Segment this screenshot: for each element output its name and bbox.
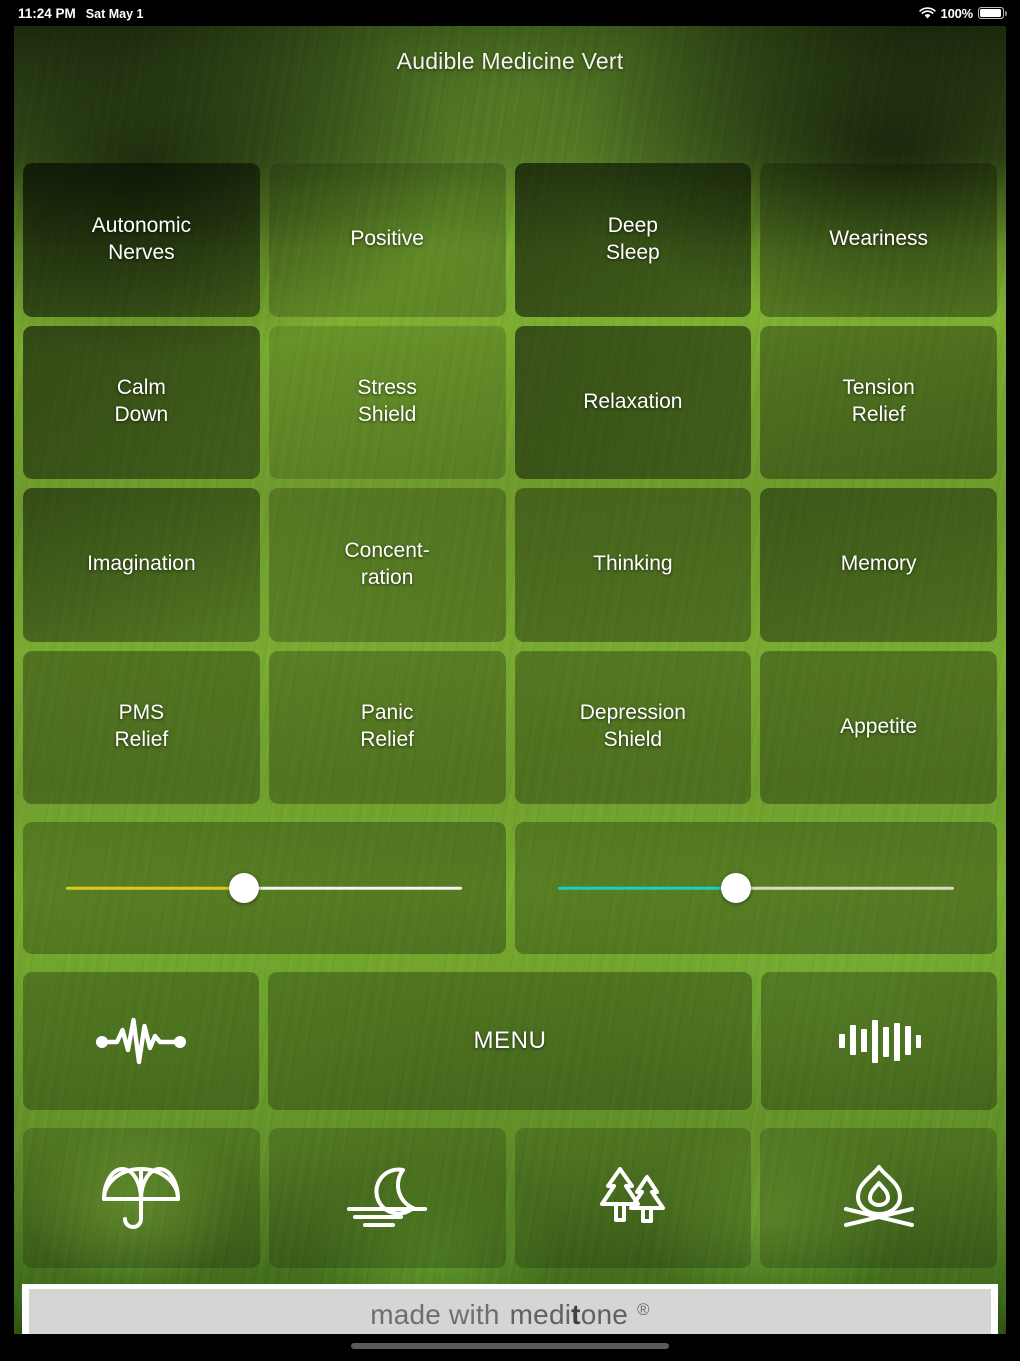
umbrella-rain-icon	[102, 1167, 181, 1229]
app-screen: Audible Medicine Vert Autonomic Nerves P…	[14, 26, 1006, 1334]
grid-tile-label: PMS Relief	[114, 701, 169, 752]
banner-text: made with meditone ®	[370, 1299, 650, 1331]
status-date: Sat May 1	[85, 6, 144, 21]
grid-tile-label: Deep Sleep	[606, 213, 660, 264]
wifi-icon	[918, 6, 936, 19]
home-indicator[interactable]	[351, 1343, 669, 1349]
grid-tile-label: Stress Shield	[357, 376, 417, 427]
brand-post: one	[580, 1299, 629, 1330]
left-slider-panel[interactable]	[23, 822, 506, 954]
grid-tile-imagination[interactable]: Imagination	[23, 488, 260, 642]
left-slider-fill	[66, 886, 245, 890]
grid-tile-deep-sleep[interactable]: Deep Sleep	[514, 163, 752, 317]
grid-tile-relaxation[interactable]: Relaxation	[514, 325, 752, 480]
grid-tile-appetite[interactable]: Appetite	[760, 650, 997, 805]
grid-tile-stress-shield[interactable]: Stress Shield	[268, 325, 506, 480]
meditone-brand: meditone	[510, 1299, 628, 1331]
left-slider-track[interactable]	[66, 873, 463, 903]
grid-tile-label: Thinking	[593, 552, 673, 576]
battery-percent-label: 100%	[940, 5, 974, 21]
menu-button[interactable]: MENU	[268, 972, 752, 1110]
page-title: Audible Medicine Vert	[396, 48, 624, 74]
made-with-banner: made with meditone ®	[22, 1284, 998, 1334]
equalizer-button[interactable]	[760, 972, 997, 1110]
program-grid: Autonomic Nerves Positive Deep Sleep Wea…	[14, 154, 1006, 813]
left-slider-thumb[interactable]	[229, 873, 260, 903]
grid-tile-label: Imagination	[87, 552, 196, 576]
grid-tile-label: Calm Down	[114, 376, 169, 427]
ambience-night-button[interactable]	[268, 1128, 506, 1268]
status-bar-left: 11:24 PM Sat May 1	[0, 6, 143, 21]
grid-tile-label: Depression Shield	[579, 701, 686, 752]
right-slider-remainder	[735, 886, 954, 890]
grid-tile-label: Panic Relief	[360, 701, 414, 752]
grid-tile-memory[interactable]: Memory	[760, 488, 997, 642]
right-slider-thumb[interactable]	[720, 873, 751, 903]
pulse-button[interactable]	[23, 972, 260, 1110]
moon-water-night-icon	[347, 1167, 428, 1227]
made-with-label: made with	[370, 1299, 500, 1330]
grid-tile-label: Concent- ration	[344, 538, 430, 589]
campfire-icon	[843, 1165, 914, 1227]
status-time: 11:24 PM	[18, 5, 76, 21]
grid-tile-autonomic-nerves[interactable]: Autonomic Nerves	[23, 163, 260, 317]
brand-pre: medi	[509, 1299, 572, 1330]
grid-tile-concentration[interactable]: Concent- ration	[268, 488, 506, 642]
grid-tile-depression-shield[interactable]: Depression Shield	[514, 650, 752, 805]
banner-inner: made with meditone ®	[29, 1289, 991, 1334]
status-bar: 11:24 PM Sat May 1 100%	[0, 0, 1020, 26]
left-slider-remainder	[244, 886, 463, 890]
grid-tile-positive[interactable]: Positive	[268, 163, 506, 317]
app-header: Audible Medicine Vert	[14, 26, 1006, 154]
grid-tile-label: Tension Relief	[842, 376, 915, 427]
grid-tile-tension-relief[interactable]: Tension Relief	[760, 325, 997, 480]
right-slider-panel[interactable]	[514, 822, 998, 954]
ambience-rain-button[interactable]	[23, 1128, 260, 1268]
right-slider-fill	[557, 886, 736, 890]
grid-tile-weariness[interactable]: Weariness	[760, 163, 997, 317]
slider-row	[14, 813, 1006, 963]
equalizer-bars-icon	[838, 1020, 921, 1063]
forest-trees-icon	[599, 1167, 665, 1223]
pulse-waveform-icon	[96, 1017, 187, 1065]
ambience-forest-button[interactable]	[514, 1128, 752, 1268]
grid-tile-label: Memory	[840, 552, 917, 576]
registered-trademark-icon: ®	[637, 1300, 650, 1319]
ipad-device-frame: 11:24 PM Sat May 1 100% Audible Medicine…	[0, 0, 1020, 1361]
control-row: MENU	[14, 963, 1006, 1119]
grid-tile-label: Appetite	[840, 714, 918, 738]
menu-button-label: MENU	[473, 1027, 547, 1054]
status-bar-right: 100%	[918, 5, 1020, 21]
grid-tile-calm-down[interactable]: Calm Down	[23, 325, 260, 480]
right-slider-track[interactable]	[557, 873, 954, 903]
grid-tile-panic-relief[interactable]: Panic Relief	[268, 650, 506, 805]
brand-bold: t	[571, 1299, 581, 1330]
grid-tile-label: Weariness	[829, 227, 929, 251]
ambience-row	[14, 1119, 1006, 1277]
grid-tile-thinking[interactable]: Thinking	[514, 488, 752, 642]
battery-full-icon	[978, 7, 1007, 19]
grid-tile-label: Positive	[350, 227, 424, 251]
grid-tile-label: Autonomic Nerves	[91, 213, 191, 264]
grid-tile-label: Relaxation	[583, 389, 683, 413]
ambience-campfire-button[interactable]	[760, 1128, 997, 1268]
grid-tile-pms-relief[interactable]: PMS Relief	[23, 650, 260, 805]
